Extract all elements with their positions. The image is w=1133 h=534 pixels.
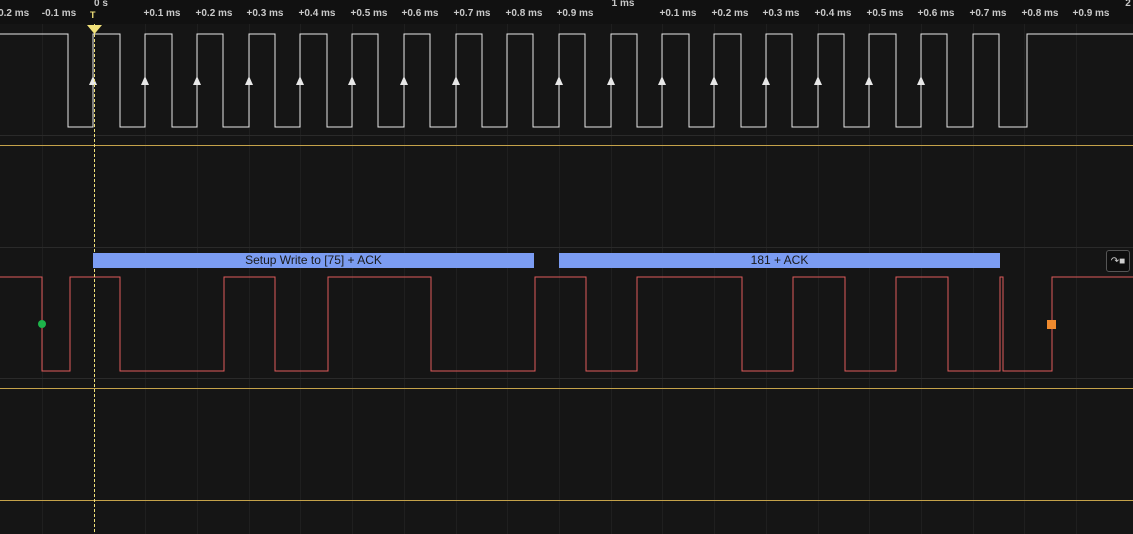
analyzer-frame[interactable]: Setup Write to [75] + ACK <box>93 253 534 268</box>
rising-edge-arrow-icon <box>762 76 770 85</box>
rising-edge-arrow-icon <box>89 76 97 85</box>
rising-edge-arrow-icon <box>814 76 822 85</box>
analyzer-toggle-button[interactable]: ↷■ <box>1106 250 1130 272</box>
rising-edge-arrow-icon <box>400 76 408 85</box>
stop-marker <box>1047 320 1056 329</box>
analyzer-toggle-icon: ↷■ <box>1110 256 1126 267</box>
analyzer-frame[interactable]: 181 + ACK <box>559 253 1000 268</box>
rising-edge-arrow-icon <box>555 76 563 85</box>
rising-edge-arrow-icon <box>141 76 149 85</box>
rising-edge-arrow-icon <box>296 76 304 85</box>
rising-edge-arrow-icon <box>452 76 460 85</box>
rising-edge-arrow-icon <box>917 76 925 85</box>
rising-edge-arrow-icon <box>193 76 201 85</box>
trigger-marker-icon <box>87 25 102 34</box>
frame-label: 181 + ACK <box>750 253 809 267</box>
clock-waveform <box>0 33 1133 128</box>
rising-edge-arrow-icon <box>658 76 666 85</box>
start-marker <box>38 320 46 328</box>
rising-edge-arrow-icon <box>245 76 253 85</box>
frame-label: Setup Write to [75] + ACK <box>245 253 382 267</box>
rising-edge-arrow-icon <box>710 76 718 85</box>
trigger-label: T <box>90 10 96 20</box>
data-waveform <box>0 276 1133 372</box>
rising-edge-arrow-icon <box>865 76 873 85</box>
rising-edge-arrow-icon <box>348 76 356 85</box>
rising-edge-arrow-icon <box>607 76 615 85</box>
